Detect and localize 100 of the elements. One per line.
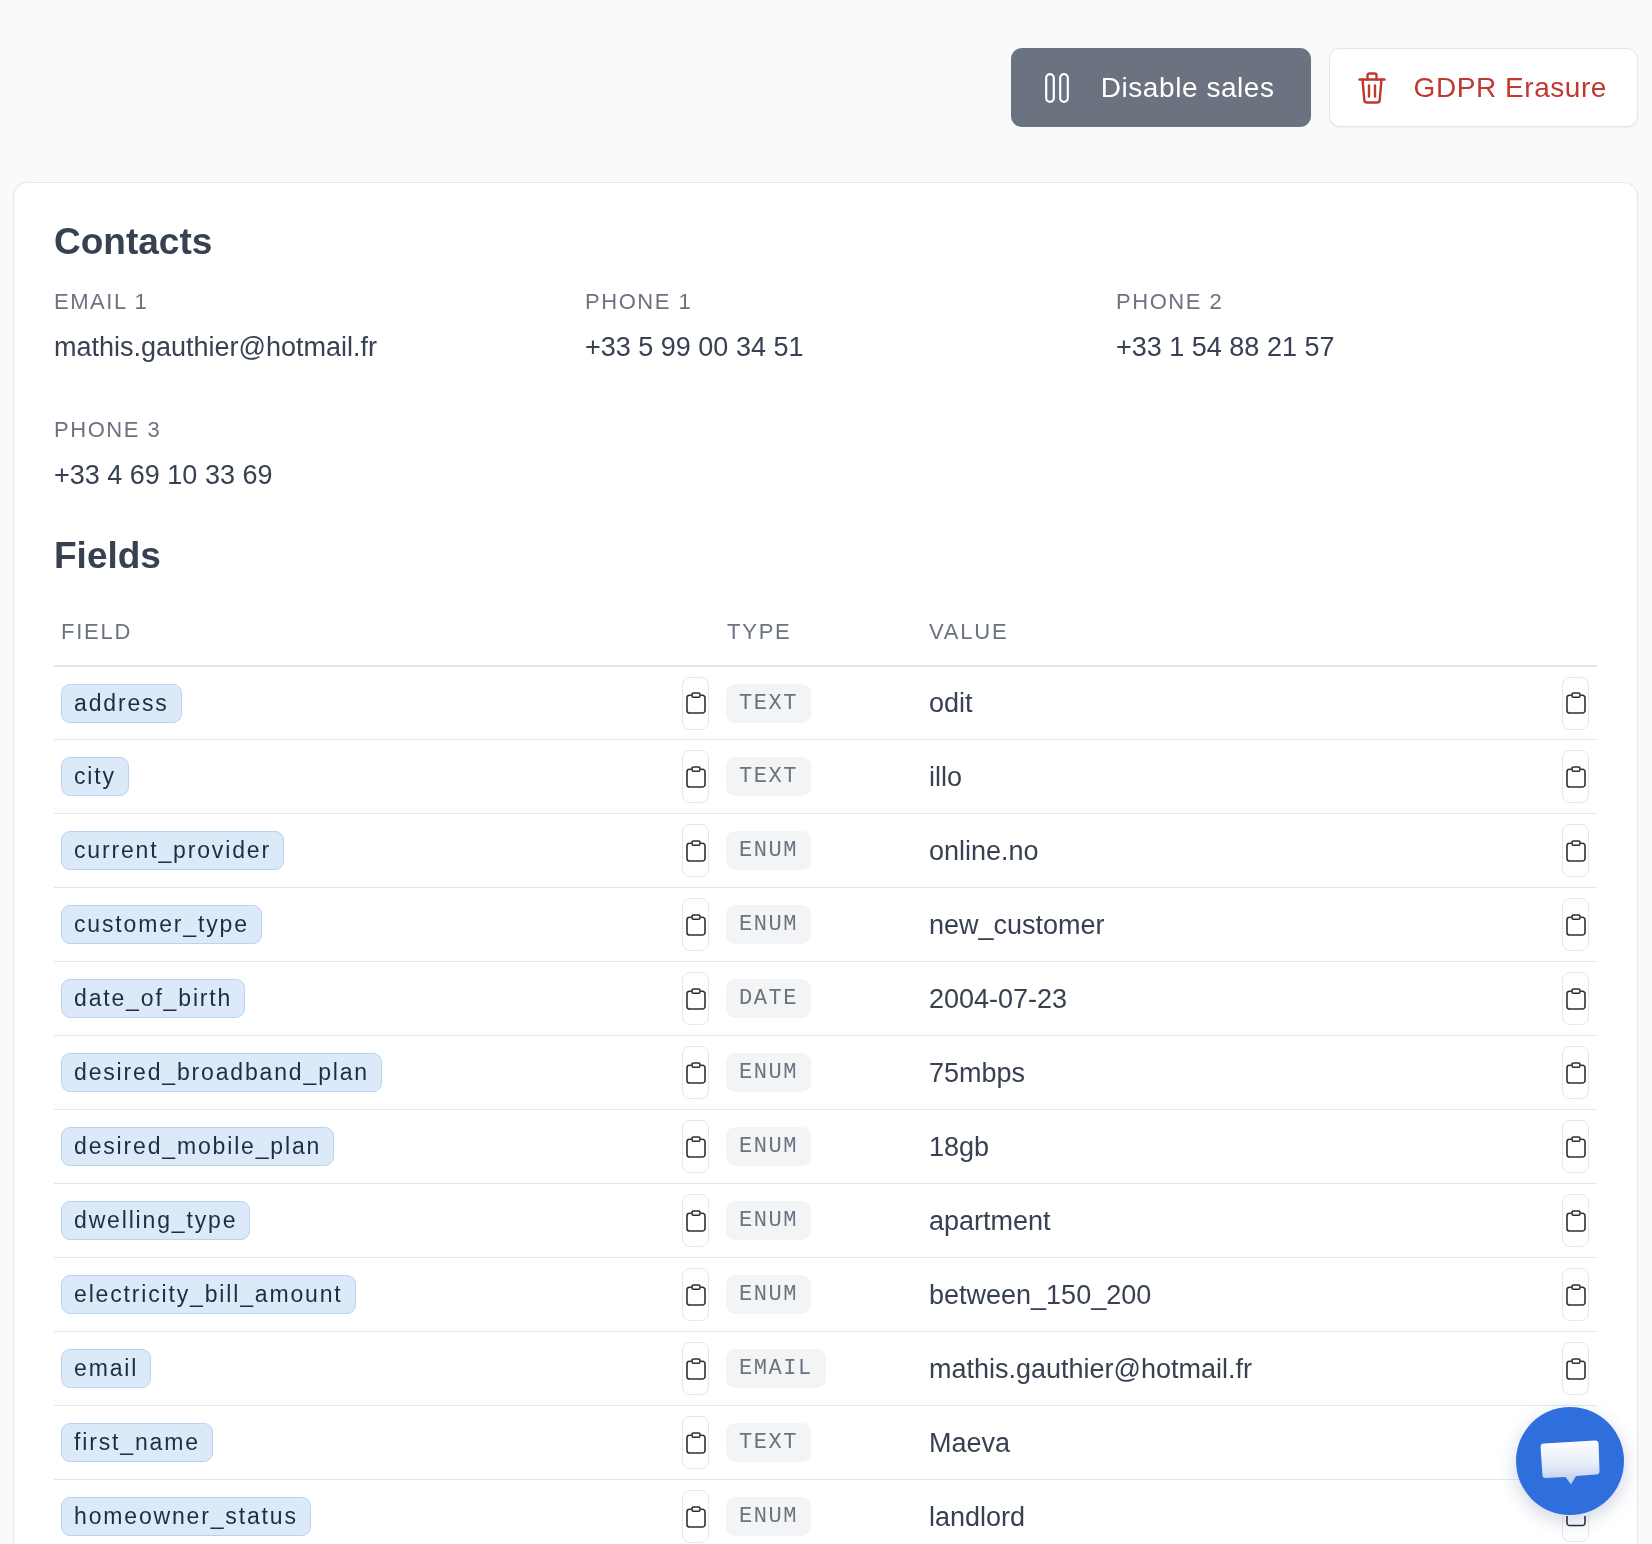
type-tag: DATE	[726, 979, 811, 1018]
field-value: mathis.gauthier@hotmail.fr	[929, 1352, 1253, 1386]
field-value: 18gb	[929, 1130, 990, 1164]
section-title: Contacts	[54, 220, 213, 264]
copy-button[interactable]	[682, 898, 709, 951]
clipboard-icon	[685, 692, 706, 714]
type-tag: ENUM	[726, 831, 811, 870]
copy-button[interactable]	[682, 1046, 709, 1099]
field-value: 75mbps	[929, 1056, 1026, 1090]
field-name-tag: homeowner_status	[61, 1497, 311, 1536]
clipboard-icon	[1565, 987, 1586, 1010]
field-name-tag: current_provider	[61, 831, 284, 870]
column-header: VALUE	[929, 618, 1009, 646]
type-tag: TEXT	[726, 683, 811, 723]
clipboard-icon	[1565, 765, 1586, 788]
field-value: new_customer	[929, 908, 1105, 942]
type-tag: ENUM	[726, 905, 811, 944]
clipboard-icon	[685, 1357, 706, 1380]
clipboard-icon	[1565, 1516, 1586, 1527]
copy-button[interactable]	[682, 676, 709, 730]
field-value: illo	[929, 760, 962, 794]
clipboard-icon	[1565, 1283, 1586, 1306]
trash-icon	[1357, 71, 1386, 104]
copy-button[interactable]	[1562, 898, 1589, 951]
copy-button[interactable]	[682, 1416, 709, 1469]
contact-value: +33 1 54 88 21 57	[1116, 331, 1335, 364]
disable-sales-button[interactable]: Disable sales	[1010, 48, 1311, 127]
field-name-tag: city	[61, 757, 129, 796]
field-name-tag: address	[61, 683, 182, 723]
clipboard-icon	[685, 987, 706, 1010]
contact-value: mathis.gauthier@hotmail.fr	[54, 331, 378, 364]
contact-label: PHONE 3	[54, 416, 162, 444]
clipboard-icon	[1565, 839, 1586, 862]
copy-button[interactable]	[1562, 1046, 1589, 1099]
copy-button[interactable]	[682, 1194, 709, 1247]
field-name-tag: first_name	[61, 1423, 213, 1462]
field-name-tag: date_of_birth	[61, 979, 246, 1018]
copy-button[interactable]	[682, 1342, 709, 1395]
field-value: odit	[929, 687, 973, 720]
pause-icon	[1044, 72, 1069, 103]
clipboard-icon	[1565, 1209, 1586, 1232]
field-name-tag: email	[61, 1349, 152, 1388]
clipboard-icon	[1565, 1357, 1586, 1380]
copy-button[interactable]	[1562, 1194, 1589, 1247]
copy-button[interactable]	[682, 1268, 709, 1321]
clipboard-icon	[685, 913, 706, 936]
clipboard-icon	[1565, 1135, 1586, 1158]
type-tag: ENUM	[726, 1127, 811, 1166]
clipboard-icon	[1565, 1061, 1586, 1084]
clipboard-icon	[685, 1209, 706, 1232]
contact-value: +33 4 69 10 33 69	[54, 459, 273, 492]
copy-button[interactable]	[1562, 1268, 1589, 1321]
clipboard-icon	[685, 839, 706, 862]
copy-button[interactable]	[682, 1490, 709, 1543]
type-tag: EMAIL	[726, 1349, 826, 1388]
contact-value: +33 5 99 00 34 51	[585, 331, 804, 364]
contact-label: PHONE 2	[1116, 288, 1224, 316]
contact-label: EMAIL 1	[54, 288, 149, 316]
copy-button[interactable]	[1562, 1342, 1589, 1395]
chat-bubble-icon	[1540, 1440, 1600, 1486]
copy-button[interactable]	[682, 1120, 709, 1173]
copy-button[interactable]	[1562, 824, 1589, 877]
clipboard-icon	[685, 765, 706, 788]
section-title: Fields	[54, 534, 161, 578]
field-value: between_150_200	[929, 1278, 1152, 1312]
clipboard-icon	[1565, 692, 1586, 714]
copy-button[interactable]	[1562, 972, 1589, 1025]
copy-button[interactable]	[1562, 1516, 1589, 1542]
copy-button[interactable]	[1562, 1120, 1589, 1173]
column-header: FIELD	[61, 618, 133, 646]
column-header: TYPE	[727, 618, 792, 646]
clipboard-icon	[685, 1431, 706, 1454]
type-tag: ENUM	[726, 1053, 811, 1092]
copy-button[interactable]	[682, 972, 709, 1025]
clipboard-icon	[685, 1135, 706, 1158]
field-value: Maeva	[929, 1426, 1011, 1460]
field-name-tag: desired_broadband_plan	[61, 1053, 382, 1092]
copy-button[interactable]	[682, 750, 709, 803]
gdpr-erasure-button[interactable]: GDPR Erasure	[1328, 48, 1638, 127]
clipboard-icon	[1565, 913, 1586, 936]
field-value: apartment	[929, 1204, 1051, 1238]
type-tag: ENUM	[726, 1497, 811, 1536]
clipboard-icon	[685, 1283, 706, 1306]
contact-label: PHONE 1	[585, 288, 693, 316]
type-tag: TEXT	[726, 1423, 811, 1462]
type-tag: TEXT	[726, 757, 811, 796]
field-value: landlord	[929, 1500, 1026, 1534]
field-name-tag: dwelling_type	[61, 1201, 251, 1240]
field-value: 2004-07-23	[929, 982, 1068, 1016]
field-name-tag: desired_mobile_plan	[61, 1127, 335, 1166]
field-name-tag: customer_type	[61, 905, 262, 944]
clipboard-icon	[685, 1061, 706, 1084]
copy-button[interactable]	[1562, 750, 1589, 803]
field-value: online.no	[929, 834, 1039, 868]
type-tag: ENUM	[726, 1275, 811, 1314]
copy-button[interactable]	[682, 824, 709, 877]
type-tag: ENUM	[726, 1201, 811, 1240]
field-name-tag: electricity_bill_amount	[61, 1275, 356, 1314]
clipboard-icon	[685, 1505, 706, 1528]
copy-button[interactable]	[1562, 676, 1589, 730]
